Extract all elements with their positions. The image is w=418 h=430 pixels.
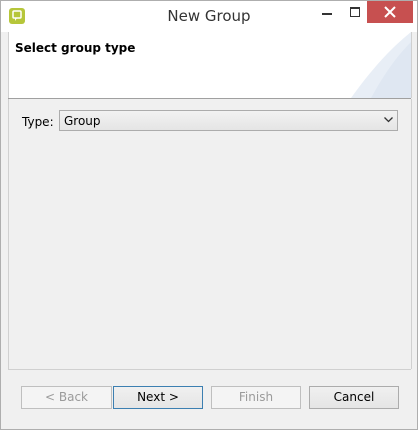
page-title: Select group type — [15, 41, 136, 55]
cancel-button[interactable]: Cancel — [309, 386, 399, 409]
button-bar-separator — [8, 369, 411, 370]
minimize-icon — [322, 13, 332, 15]
dialog-window: New Group Select group type Type: Group — [0, 0, 418, 430]
finish-button[interactable]: Finish — [211, 386, 301, 409]
banner-decoration — [351, 32, 411, 98]
minimize-button[interactable] — [312, 1, 342, 25]
back-button[interactable]: < Back — [21, 386, 112, 409]
wizard-banner: Select group type — [8, 32, 412, 98]
maximize-icon — [350, 7, 360, 17]
close-button[interactable] — [367, 1, 413, 23]
title-bar[interactable]: New Group — [1, 1, 417, 32]
type-select-value: Group — [64, 114, 101, 128]
wizard-content: Type: Group — [8, 99, 412, 369]
close-icon — [384, 6, 396, 18]
type-label: Type: — [22, 115, 54, 129]
chevron-down-icon — [384, 117, 393, 123]
next-button[interactable]: Next > — [113, 386, 203, 409]
type-select[interactable]: Group — [59, 110, 398, 131]
